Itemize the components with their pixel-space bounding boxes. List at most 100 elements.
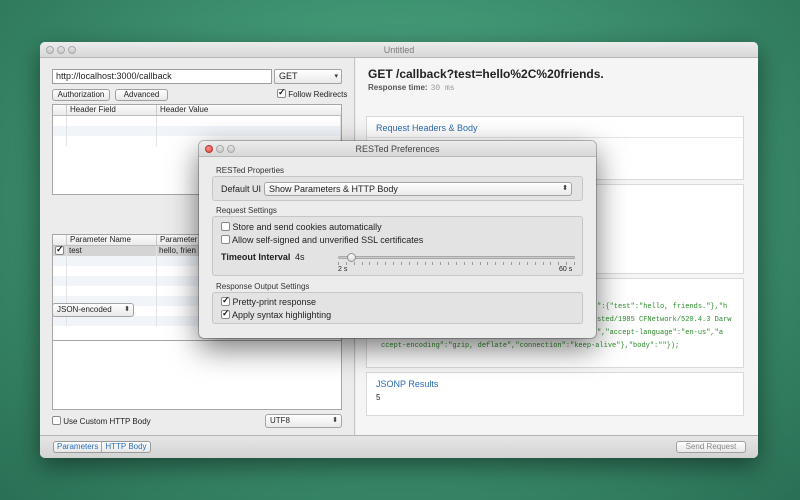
encoding-select[interactable]: JSON-encoded ⬍	[52, 303, 134, 317]
dialog-titlebar: RESTed Preferences	[199, 141, 596, 157]
zoom-dialog-button[interactable]	[227, 145, 235, 153]
custom-body-checkbox[interactable]	[52, 416, 61, 425]
slider-tick	[511, 262, 512, 265]
syntax-highlight-option[interactable]: Apply syntax highlighting	[221, 308, 331, 320]
view-segmented-control[interactable]: Parameters HTTP Body	[53, 441, 151, 453]
slider-tick	[566, 262, 567, 265]
tab-parameters[interactable]: Parameters	[54, 442, 101, 452]
zoom-window-button[interactable]	[68, 46, 76, 54]
param-name-cell[interactable]: test	[67, 246, 157, 256]
updown-arrows-icon: ⬍	[562, 185, 568, 192]
updown-arrows-icon: ⬍	[124, 306, 130, 313]
follow-redirects-toggle[interactable]: Follow Redirects	[277, 87, 348, 99]
store-cookies-checkbox[interactable]	[221, 222, 230, 231]
table-row[interactable]	[53, 126, 341, 136]
output-settings-group: Pretty-print response Apply syntax highl…	[212, 292, 583, 324]
headers-check-column	[53, 105, 67, 115]
url-input[interactable]: http://localhost:3000/callback	[52, 69, 272, 84]
response-time-value: 30 ms	[430, 84, 455, 93]
slider-tick	[574, 262, 575, 265]
response-request-title: GET /callback?test=hello%2C%20friends.	[368, 67, 604, 81]
slider-tick	[401, 262, 402, 265]
jsonp-card-title[interactable]: JSONP Results	[367, 373, 743, 393]
header-field-column[interactable]: Header Field	[67, 105, 157, 115]
slider-tick	[448, 262, 449, 265]
code-line: ":{"test":"hello, friends."},"h	[597, 303, 728, 311]
allow-ssl-option[interactable]: Allow self-signed and unverified SSL cer…	[221, 235, 423, 245]
request-settings-label: Request Settings	[216, 206, 277, 215]
dialog-window-controls	[205, 145, 235, 153]
slider-tick	[432, 262, 433, 265]
timeout-slider[interactable]	[338, 251, 575, 265]
table-row[interactable]	[53, 116, 341, 126]
jsonp-card: JSONP Results 5	[366, 372, 744, 416]
params-check-column	[53, 235, 67, 245]
slider-tick	[377, 262, 378, 265]
custom-body-toggle[interactable]: Use Custom HTTP Body	[52, 416, 151, 426]
follow-redirects-label: Follow Redirects	[288, 90, 348, 99]
slider-tick	[354, 262, 355, 265]
window-title: Untitled	[383, 45, 415, 55]
slider-tick	[472, 262, 473, 265]
slider-tick	[425, 262, 426, 265]
code-line: sted/1985 CFNetwork/520.4.3 Darw	[597, 316, 732, 324]
code-line: ","accept-language":"en-us","a	[597, 329, 724, 337]
encoding-value: JSON-encoded	[57, 305, 112, 314]
timeout-value: 4s	[295, 252, 305, 262]
parameter-name-column[interactable]: Parameter Name	[67, 235, 157, 245]
timeout-slider-track	[338, 256, 575, 259]
window-controls	[46, 46, 76, 54]
request-headers-card-title[interactable]: Request Headers & Body	[367, 117, 743, 137]
pretty-print-label: Pretty-print response	[232, 297, 317, 307]
pretty-print-checkbox[interactable]	[221, 295, 230, 306]
slider-tick	[464, 262, 465, 265]
slider-tick	[543, 262, 544, 265]
slider-tick	[369, 262, 370, 265]
charset-select[interactable]: UTF8 ⬍	[265, 414, 342, 428]
response-time: Response time: 30 ms	[368, 83, 455, 93]
send-request-button[interactable]: Send Request	[676, 441, 746, 453]
slider-tick	[338, 262, 339, 265]
follow-redirects-checkbox[interactable]	[277, 87, 286, 98]
window-titlebar: Untitled	[40, 42, 758, 58]
pretty-print-option[interactable]: Pretty-print response	[221, 295, 317, 307]
header-value-column[interactable]: Header Value	[157, 105, 341, 115]
preferences-dialog: RESTed Preferences RESTed Properties Def…	[199, 141, 596, 338]
timeout-max-label: 60 s	[559, 266, 573, 273]
close-window-button[interactable]	[46, 46, 54, 54]
slider-tick	[362, 262, 363, 265]
minimize-dialog-button[interactable]	[216, 145, 224, 153]
param-enabled-cell[interactable]	[53, 246, 67, 256]
slider-tick	[456, 262, 457, 265]
slider-tick	[519, 262, 520, 265]
slider-tick	[503, 262, 504, 265]
allow-ssl-checkbox[interactable]	[221, 235, 230, 244]
output-settings-label: Response Output Settings	[216, 282, 310, 291]
slider-tick	[495, 262, 496, 265]
dialog-title: RESTed Preferences	[355, 144, 440, 154]
param-enabled-checkbox[interactable]	[55, 246, 64, 255]
minimize-window-button[interactable]	[57, 46, 65, 54]
timeout-slider-knob[interactable]	[347, 253, 356, 262]
headers-table-header: Header Field Header Value	[53, 105, 341, 116]
properties-group: Default UI Show Parameters & HTTP Body ⬍	[212, 176, 583, 201]
syntax-highlight-checkbox[interactable]	[221, 308, 230, 319]
request-settings-group: Store and send cookies automatically All…	[212, 216, 583, 276]
advanced-button[interactable]: Advanced	[115, 89, 168, 101]
method-select[interactable]: GET ▾	[274, 69, 342, 84]
timeout-min-label: 2 s	[338, 266, 348, 273]
store-cookies-option[interactable]: Store and send cookies automatically	[221, 222, 382, 232]
jsonp-value: 5	[376, 393, 381, 402]
tab-http-body[interactable]: HTTP Body	[101, 442, 149, 452]
close-dialog-button[interactable]	[205, 145, 213, 153]
slider-tick	[393, 262, 394, 265]
slider-tick	[487, 262, 488, 265]
method-value: GET	[279, 71, 298, 81]
default-ui-select[interactable]: Show Parameters & HTTP Body ⬍	[264, 182, 572, 196]
slider-tick	[409, 262, 410, 265]
http-body-textarea[interactable]	[52, 340, 342, 410]
slider-tick	[527, 262, 528, 265]
slider-tick	[346, 262, 347, 265]
authorization-button[interactable]: Authorization	[52, 89, 110, 101]
slider-tick	[558, 262, 559, 265]
